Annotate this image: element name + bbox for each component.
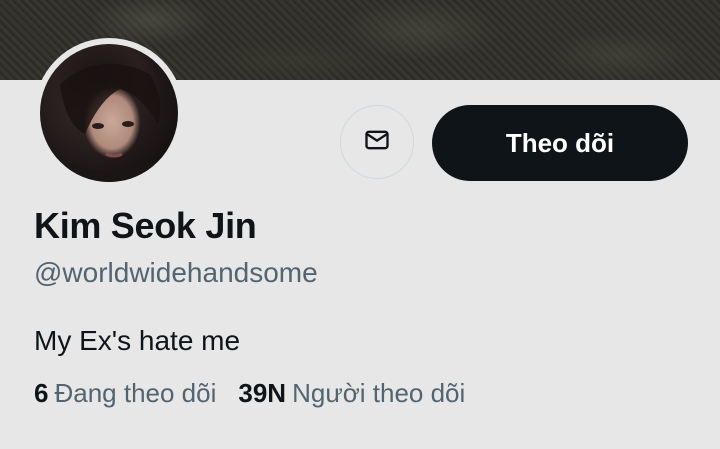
following-link[interactable]: 6 Đang theo dõi <box>34 378 216 409</box>
followers-link[interactable]: 39N Người theo dõi <box>238 378 465 409</box>
follow-button[interactable]: Theo dõi <box>432 105 688 181</box>
user-handle: @worldwidehandsome <box>34 257 318 288</box>
profile-bio: My Ex's hate me <box>34 325 241 356</box>
followers-label: Người theo dõi <box>292 378 466 408</box>
display-name: Kim Seok Jin <box>34 205 257 246</box>
avatar[interactable] <box>40 44 178 182</box>
following-count: 6 <box>34 378 49 408</box>
message-button[interactable] <box>340 105 414 179</box>
following-label: Đang theo dõi <box>54 378 217 408</box>
followers-count: 39N <box>238 378 287 408</box>
envelope-icon <box>363 126 391 159</box>
avatar-portrait <box>40 63 178 182</box>
profile-stats: 6 Đang theo dõi 39N Người theo dõi <box>34 378 465 409</box>
